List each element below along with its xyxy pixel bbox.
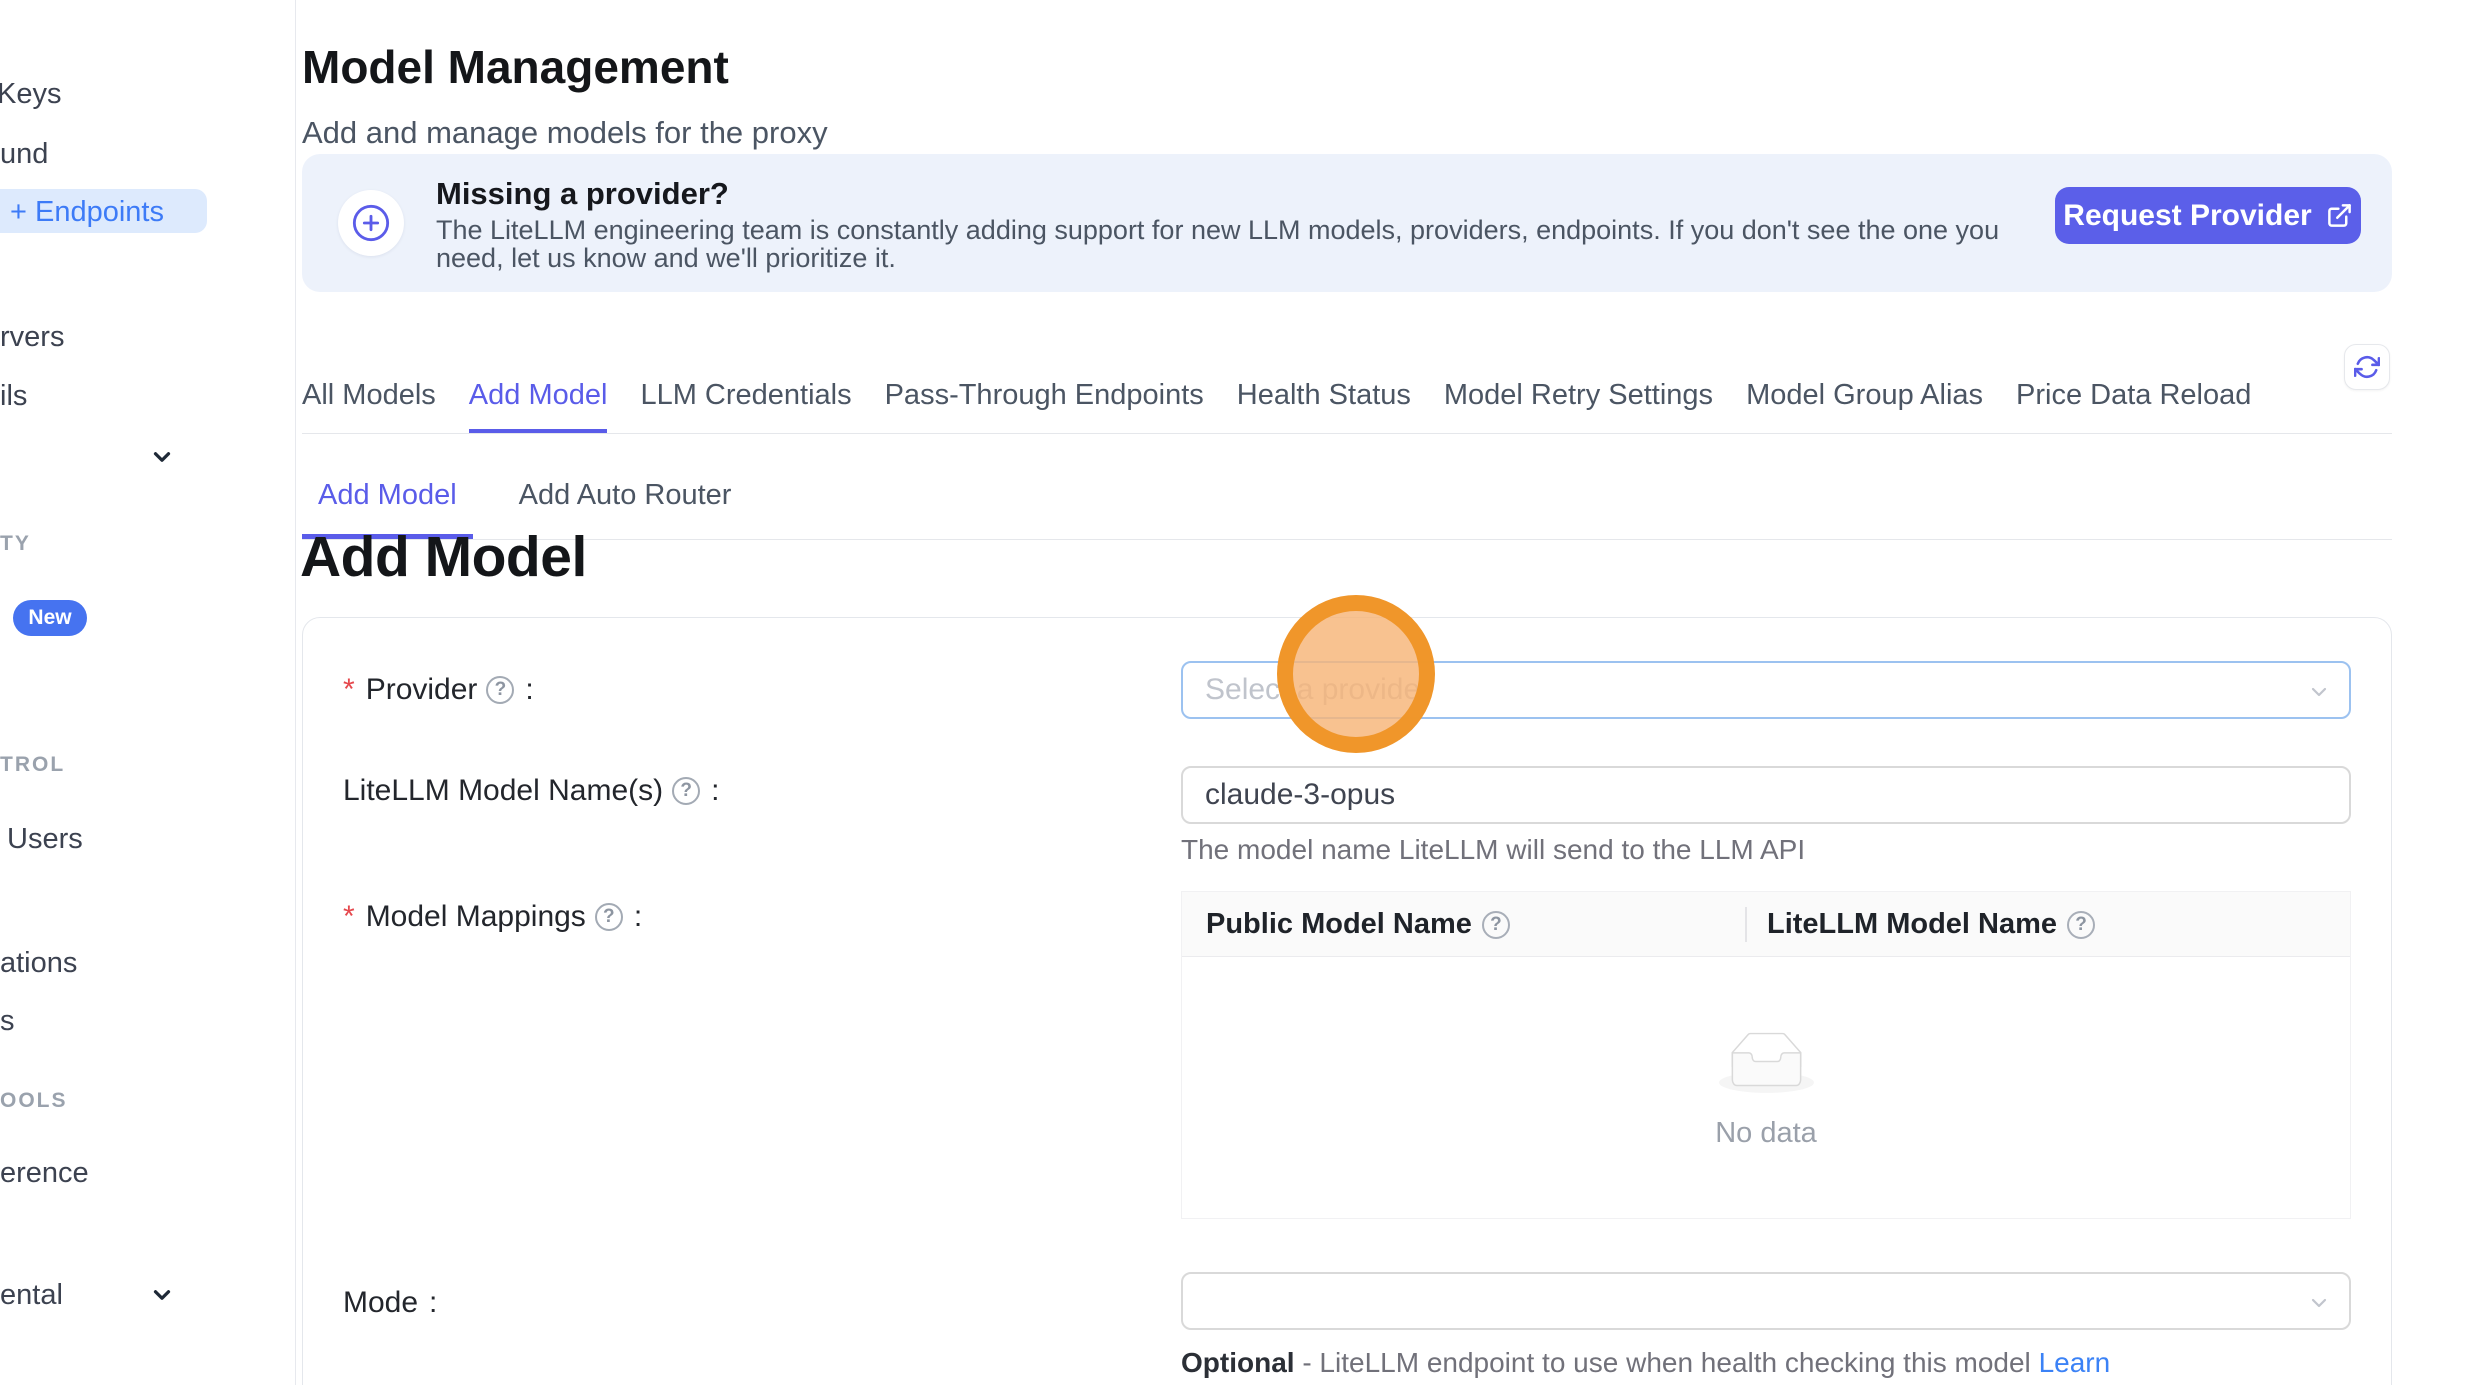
sidebar-section-label: OOLS [0,1089,68,1113]
model-management-page: Keys und + Endpoints rvers ils TY New TR… [0,0,2477,1385]
new-badge[interactable]: New [13,600,87,636]
tab-model-group-alias[interactable]: Model Group Alias [1746,358,1983,433]
mode-label: Mode : [343,1286,437,1320]
plus-circle-icon [338,190,404,256]
chevron-down-icon [2307,680,2331,709]
sidebar-item-experimental[interactable]: ental [0,1279,63,1312]
tab-llm-credentials[interactable]: LLM Credentials [640,358,851,433]
sidebar-section-label: TY [0,532,31,556]
column-public-model-name: Public Model Name ? [1206,892,1510,957]
label-colon: : [429,1286,437,1320]
sidebar-item-api-reference[interactable]: erence [0,1157,89,1190]
model-mappings-label: * Model Mappings ? : [343,900,642,934]
banner-title: Missing a provider? [436,176,729,212]
tab-all-models[interactable]: All Models [302,358,436,433]
mode-select[interactable] [1181,1272,2351,1330]
provider-select-placeholder: Select a provider [1205,673,1430,707]
section-heading: Add Model [300,524,587,590]
provider-label-text: Provider [366,673,478,707]
model-mappings-table: Public Model Name ? LiteLLM Model Name ?… [1181,891,2351,1219]
tab-add-model[interactable]: Add Model [469,358,608,433]
model-name-label-text: LiteLLM Model Name(s) [343,774,663,808]
add-model-card: * Provider ? : Select a provider LiteLLM… [302,617,2392,1385]
mode-helper-text: - LiteLLM endpoint to use when health ch… [1302,1347,2030,1378]
tab-model-retry-settings[interactable]: Model Retry Settings [1444,358,1713,433]
banner-description: The LiteLLM engineering team is constant… [436,216,2056,272]
chevron-down-icon [2307,1291,2331,1320]
external-link-icon [2326,202,2353,229]
chevron-down-icon[interactable] [149,444,175,475]
mode-helper: Optional - LiteLLM endpoint to use when … [1181,1347,2110,1379]
column-litellm-model-name: LiteLLM Model Name ? [1767,892,2095,957]
column-label: LiteLLM Model Name [1767,908,2057,941]
sidebar-item-teams[interactable]: s [0,1005,15,1038]
mode-label-text: Mode [343,1286,418,1320]
page-subtitle: Add and manage models for the proxy [302,115,828,151]
column-divider [1745,907,1747,942]
model-name-input[interactable] [1181,766,2351,824]
chevron-down-icon[interactable] [149,1282,175,1313]
tab-health-status[interactable]: Health Status [1237,358,1411,433]
sidebar-item-models-endpoints-label[interactable]: + Endpoints [10,196,164,229]
help-icon[interactable]: ? [672,777,700,805]
empty-state-icon [1182,1032,2350,1098]
provider-select[interactable]: Select a provider [1181,661,2351,719]
label-colon: : [525,673,533,707]
help-icon[interactable]: ? [595,903,623,931]
tab-pass-through-endpoints[interactable]: Pass-Through Endpoints [885,358,1204,433]
help-icon[interactable]: ? [486,676,514,704]
tab-bar: All Models Add Model LLM Credentials Pas… [302,358,2392,434]
sidebar-item-guardrails[interactable]: ils [0,380,27,413]
refresh-button[interactable] [2344,344,2390,390]
subtab-bar: Add Model Add Auto Router [302,452,2392,540]
provider-label: * Provider ? : [343,673,534,707]
sidebar: Keys und + Endpoints rvers ils TY New TR… [0,0,296,1385]
sidebar-item-keys[interactable]: Keys [0,78,61,111]
page-title: Model Management [302,40,729,94]
column-label: Public Model Name [1206,908,1472,941]
model-name-label: LiteLLM Model Name(s) ? : [343,774,719,808]
mode-helper-prefix: Optional [1181,1347,1295,1378]
learn-link[interactable]: Learn [2039,1347,2111,1378]
label-colon: : [634,900,642,934]
sidebar-item-users[interactable]: Users [7,823,83,856]
sidebar-item-mcp-servers[interactable]: rvers [0,321,64,354]
tab-price-data-reload[interactable]: Price Data Reload [2016,358,2251,433]
required-marker: * [343,673,355,707]
help-icon[interactable]: ? [2067,911,2095,939]
help-icon[interactable]: ? [1482,911,1510,939]
request-provider-button[interactable]: Request Provider [2055,187,2361,244]
sidebar-item-playground[interactable]: und [0,138,48,171]
label-colon: : [711,774,719,808]
sidebar-item-organizations[interactable]: ations [0,947,77,980]
no-data-text: No data [1182,1117,2350,1150]
model-name-helper: The model name LiteLLM will send to the … [1181,834,1805,866]
sidebar-section-label: TROL [0,753,65,777]
required-marker: * [343,900,355,934]
request-provider-label: Request Provider [2063,199,2311,233]
refresh-icon [2354,354,2380,380]
model-mappings-label-text: Model Mappings [366,900,586,934]
